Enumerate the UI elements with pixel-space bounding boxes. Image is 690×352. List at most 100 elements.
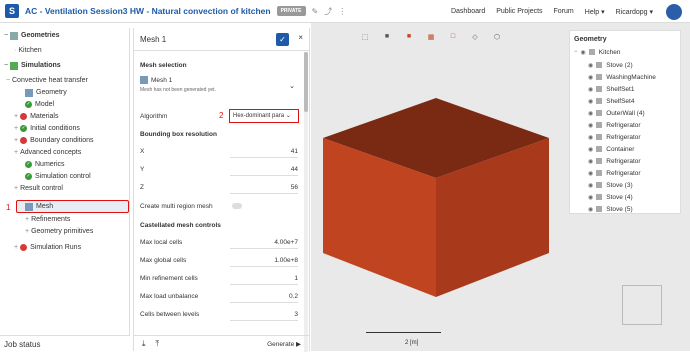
tree-line-icon: · (14, 47, 17, 54)
eye-icon[interactable]: ◉ (588, 158, 593, 165)
tree-advanced-concepts[interactable]: + Advanced concepts (14, 147, 81, 158)
avatar[interactable] (666, 3, 682, 20)
tree-convective-heat-transfer[interactable]: − Convective heat transfer (6, 75, 88, 86)
min-refinement-cells-field[interactable]: 1 (294, 275, 298, 282)
multi-region-toggle[interactable] (232, 203, 242, 209)
x-field[interactable]: 41 (291, 148, 298, 155)
geometry-item[interactable]: ◉ Refrigerator (588, 156, 641, 166)
field-underline (230, 320, 298, 321)
expand-icon[interactable]: + (25, 228, 29, 235)
mesh-selector[interactable]: Mesh 1 (140, 76, 172, 84)
tree-kitchen[interactable]: · Kitchen (14, 45, 42, 56)
tree-mesh[interactable]: Mesh (25, 201, 53, 212)
expand-icon[interactable]: + (14, 185, 18, 192)
tree-materials[interactable]: + Materials (14, 111, 59, 122)
user-menu[interactable]: Ricardopg ▾ (616, 8, 653, 16)
geometry-item[interactable]: ◉ Container (588, 144, 634, 154)
tree-simulation-runs[interactable]: + Simulation Runs (14, 242, 81, 253)
nav-forum[interactable]: Forum (554, 8, 574, 15)
geometry-item[interactable]: ◉ Stove (2) (588, 60, 633, 70)
eye-icon[interactable]: ◉ (581, 49, 586, 56)
job-status-bar[interactable]: Job status (0, 335, 130, 351)
eye-icon[interactable]: ◉ (588, 182, 593, 189)
geometry-item[interactable]: ◉ ShelfSet4 (588, 96, 634, 106)
confirm-button[interactable]: ✓ (276, 33, 289, 46)
geometry-item[interactable]: ◉ Refrigerator (588, 132, 641, 142)
y-field[interactable]: 44 (291, 166, 298, 173)
cube-icon (596, 206, 603, 212)
eye-icon[interactable]: ◉ (588, 206, 593, 213)
chevron-down-icon[interactable]: ⌄ (289, 82, 295, 90)
expand-icon[interactable]: + (25, 216, 29, 223)
expand-icon[interactable]: + (14, 149, 18, 156)
eye-icon[interactable]: ◉ (588, 134, 593, 141)
tree-simulation-control[interactable]: ✓ Simulation control (25, 171, 91, 182)
tree-boundary-conditions[interactable]: + Boundary conditions (14, 135, 94, 146)
tree-result-control[interactable]: + Result control (14, 183, 63, 194)
geometry-item[interactable]: ◉ ShelfSet1 (588, 84, 634, 94)
nav-help[interactable]: Help ▾ (585, 8, 605, 16)
tree-geometry[interactable]: Geometry (25, 87, 67, 98)
algorithm-label: Algorithm (140, 113, 168, 120)
check-icon: ✓ (25, 173, 32, 180)
collapse-icon[interactable]: − (574, 49, 578, 55)
tree-simulations[interactable]: − Simulations (4, 60, 61, 71)
share-icon[interactable]: ⤴ (324, 6, 332, 17)
top-nav: Dashboard Public Projects Forum Help ▾ R… (451, 0, 690, 23)
multi-region-label: Create multi region mesh (140, 203, 213, 210)
max-local-cells-label: Max local cells (140, 239, 183, 246)
eye-icon[interactable]: ◉ (588, 74, 593, 81)
tree-initial-conditions[interactable]: + ✓ Initial conditions (14, 123, 80, 134)
eye-icon[interactable]: ◉ (588, 98, 593, 105)
z-field[interactable]: 56 (291, 184, 298, 191)
expand-icon[interactable]: + (14, 113, 18, 120)
geometry-item[interactable]: ◉ OuterWall (4) (588, 108, 645, 118)
max-global-cells-field[interactable]: 1.00e+8 (274, 257, 298, 264)
tree-refinements[interactable]: + Refinements (25, 214, 70, 225)
view-cube-icon[interactable] (622, 285, 662, 325)
project-title: AC - Ventilation Session3 HW - Natural c… (25, 6, 271, 16)
more-icon[interactable]: ⋮ (338, 7, 346, 16)
geometry-item[interactable]: ◉ Stove (4) (588, 192, 633, 202)
nav-public-projects[interactable]: Public Projects (496, 8, 542, 15)
max-load-unbalance-field[interactable]: 0.2 (289, 293, 298, 300)
tree-geometries[interactable]: − Geometries (4, 30, 60, 41)
tree-geometry-primitives[interactable]: + Geometry primitives (25, 226, 93, 237)
algorithm-select[interactable]: Hex-dominant para ⌄ (229, 109, 299, 123)
geometry-item[interactable]: ◉ Refrigerator (588, 168, 641, 178)
tree-model[interactable]: ✓ Model (25, 99, 54, 110)
scrollbar-thumb[interactable] (304, 52, 308, 112)
mesh-selection-heading: Mesh selection (140, 62, 187, 69)
cells-between-levels-field[interactable]: 3 (294, 311, 298, 318)
geometry-item[interactable]: ◉ Stove (3) (588, 180, 633, 190)
cube-icon (588, 49, 595, 55)
eye-icon[interactable]: ◉ (588, 194, 593, 201)
y-label: Y (140, 166, 145, 173)
nav-dashboard[interactable]: Dashboard (451, 8, 485, 15)
cube-icon (596, 134, 603, 140)
close-icon[interactable]: × (298, 33, 303, 42)
tree-numerics[interactable]: ✓ Numerics (25, 159, 65, 170)
3d-viewport[interactable]: ⬚ ■ ■ ▦ □ ◇ ⬡ Geometry − ◉ Kitchen ◉ Stove … (311, 23, 690, 351)
geometry-item[interactable]: ◉ WashingMachine (588, 72, 656, 82)
eye-icon[interactable]: ◉ (588, 86, 593, 93)
download-icon[interactable]: ⤓ (142, 339, 146, 349)
generate-button[interactable]: Generate ▶ (267, 340, 301, 348)
expand-icon[interactable]: + (14, 125, 18, 132)
eye-icon[interactable]: ◉ (588, 110, 593, 117)
bbox-heading: Bounding box resolution (140, 131, 217, 138)
max-local-cells-field[interactable]: 4.00e+7 (274, 239, 298, 246)
geometry-item[interactable]: ◉ Stove (5) (588, 204, 633, 214)
geometry-root-kitchen[interactable]: − ◉ Kitchen (574, 47, 620, 57)
expand-icon[interactable]: + (14, 137, 18, 144)
field-underline (230, 302, 298, 303)
expand-icon[interactable]: + (14, 244, 18, 251)
upload-icon[interactable]: ⤒ (156, 339, 160, 349)
eye-icon[interactable]: ◉ (588, 146, 593, 153)
eye-icon[interactable]: ◉ (588, 62, 593, 69)
simscale-logo-icon[interactable]: S (5, 4, 19, 18)
geometry-item[interactable]: ◉ Refrigerator (588, 120, 641, 130)
eye-icon[interactable]: ◉ (588, 170, 593, 177)
edit-icon[interactable]: ✎ (312, 7, 319, 16)
eye-icon[interactable]: ◉ (588, 122, 593, 129)
